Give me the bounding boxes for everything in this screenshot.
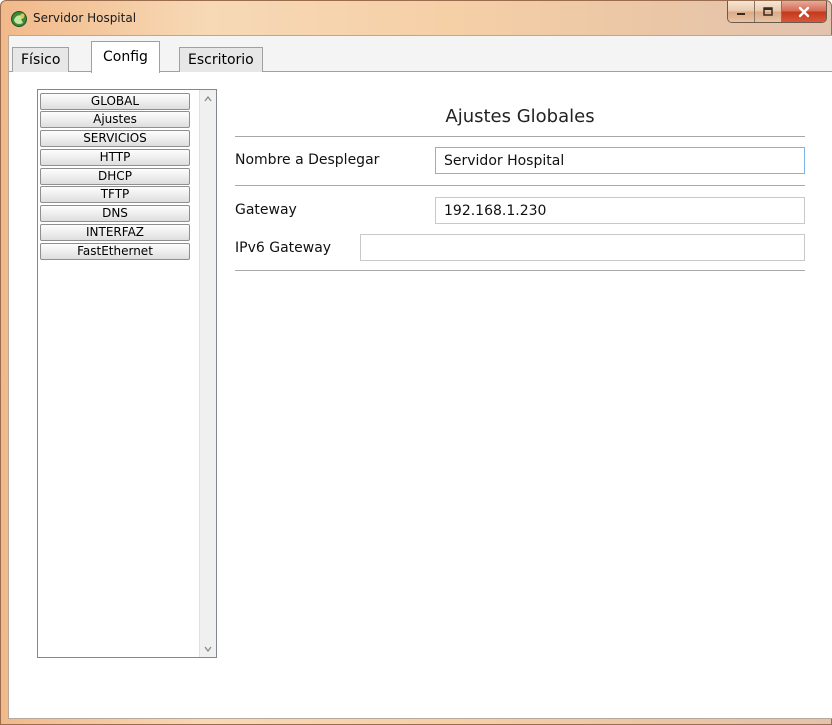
display-name-input[interactable] [435,147,805,174]
divider [235,270,805,271]
ipv6-gateway-label: IPv6 Gateway [235,240,332,256]
nav-item-dhcp[interactable]: DHCP [40,168,190,185]
tab-config[interactable]: Config [91,41,160,73]
scroll-up-button[interactable] [200,90,216,107]
maximize-icon [763,6,773,16]
gateway-label: Gateway [235,202,297,218]
display-name-label: Nombre a Desplegar [235,152,380,168]
divider [235,185,805,186]
maximize-button[interactable] [755,1,782,22]
nav-item-dns[interactable]: DNS [40,205,190,222]
client-area: Físico Config Escritorio GLOBAL Ajustes … [8,35,832,719]
nav-scrollbar[interactable] [199,90,216,657]
nav-item-interfaz[interactable]: INTERFAZ [40,224,190,241]
config-nav-list: GLOBAL Ajustes SERVICIOS HTTP DHCP TFTP … [37,89,217,658]
section-title: Ajustes Globales [445,106,595,127]
nav-item-servicios[interactable]: SERVICIOS [40,130,190,147]
nav-item-http[interactable]: HTTP [40,149,190,166]
chevron-up-icon [204,95,212,101]
nav-item-tftp[interactable]: TFTP [40,186,190,203]
close-icon [798,6,810,17]
scroll-down-button[interactable] [200,640,216,657]
title-bar[interactable]: Servidor Hospital [1,1,831,35]
chevron-down-icon [204,646,212,652]
minimize-icon [737,12,745,15]
close-button[interactable] [782,1,826,22]
nav-item-global[interactable]: GLOBAL [40,93,190,110]
packet-tracer-icon [11,11,27,27]
tab-bar: Físico Config Escritorio [9,36,832,73]
minimize-button[interactable] [728,1,755,22]
tab-escritorio[interactable]: Escritorio [179,47,263,72]
window-title: Servidor Hospital [33,11,137,25]
app-window: Servidor Hospital Físico Config Escritor… [0,0,832,725]
gateway-input[interactable] [435,197,805,224]
tab-fisico[interactable]: Físico [12,47,70,72]
nav-item-ajustes[interactable]: Ajustes [40,111,190,128]
divider [235,136,805,137]
ipv6-gateway-input[interactable] [360,234,805,261]
caption-buttons [727,1,827,23]
nav-item-fastethernet[interactable]: FastEthernet [40,243,190,260]
